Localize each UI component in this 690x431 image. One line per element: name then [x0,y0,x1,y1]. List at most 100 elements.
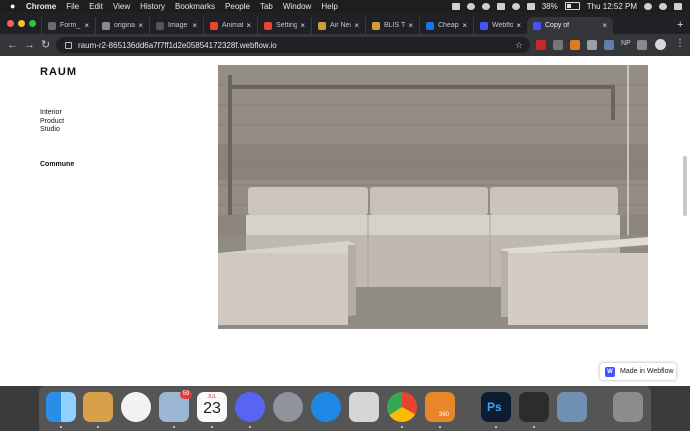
tab-close-icon[interactable]: × [246,21,251,30]
section-link-commune[interactable]: Commune [40,161,74,168]
browser-tab[interactable]: original_× [95,17,149,34]
tab-close-icon[interactable]: × [138,21,143,30]
nav-link-studio[interactable]: Studio [40,126,64,135]
tab-close-icon[interactable]: × [462,21,467,30]
menu-bar: ● Chrome File Edit View History Bookmark… [0,0,690,12]
launchpad-icon[interactable] [273,392,303,422]
menu-app-name[interactable]: Chrome [26,2,56,11]
extension-icon-1[interactable] [536,40,546,50]
tab-title: Settings [276,22,298,29]
finder-icon[interactable] [46,392,76,422]
browser-tab[interactable]: Air New× [311,17,365,34]
trash-icon[interactable] [613,392,643,422]
browser-tab[interactable]: Cheap F× [419,17,473,34]
tab-close-icon[interactable]: × [354,21,359,30]
browser-tab[interactable]: BLIS Te× [365,17,419,34]
apple-icon[interactable]: ● [10,1,18,11]
music-icon[interactable] [121,392,151,422]
metamask-icon[interactable] [570,40,580,50]
volume-icon[interactable] [526,2,535,10]
tab-favicon-icon [156,21,164,30]
running-indicator [173,426,175,428]
page-scrollbar[interactable] [683,156,687,216]
extensions-puzzle-icon[interactable] [637,40,647,50]
creative-cloud-icon[interactable] [481,2,490,10]
menu-view[interactable]: View [113,2,130,11]
browser-tab[interactable]: Webflow× [473,17,527,34]
badge-label: Made in Webflow [620,368,674,375]
image-capture-icon[interactable] [557,392,587,422]
new-tab-button[interactable]: + [677,19,683,31]
battery-percent[interactable]: 38% [542,2,558,11]
site-logo[interactable]: RAUM [40,66,77,78]
menu-edit[interactable]: Edit [89,2,103,11]
menu-window[interactable]: Window [283,2,311,11]
menu-tab[interactable]: Tab [260,2,273,11]
fusion-label: 360 [439,412,450,418]
tab-favicon-icon [48,21,56,30]
bluetooth-icon[interactable] [496,2,505,10]
calendar-icon[interactable]: JUL 23 [197,392,227,422]
notification-center-icon[interactable] [674,2,682,10]
menu-clock[interactable]: Thu 12:52 PM [587,2,637,11]
tab-strip: Form_ —×original_×Image C×Animati×Settin… [0,12,690,34]
photoshop-icon[interactable]: Ps [481,392,511,422]
browser-tab[interactable]: Settings× [257,17,311,34]
extension-icon-5[interactable] [604,40,614,50]
menu-file[interactable]: File [66,2,79,11]
browser-tab[interactable]: Animati × [203,17,257,34]
running-indicator [249,426,251,428]
url-text[interactable]: raum-r2-865136dd6a7f7ff1d2e05854172328f.… [78,41,277,50]
address-bar[interactable]: raum-r2-865136dd6a7f7ff1d2e05854172328f.… [56,37,530,53]
tab-close-icon[interactable]: × [408,21,413,30]
browser-tab[interactable]: Image C× [149,17,203,34]
tab-close-icon[interactable]: × [300,21,305,30]
bookmark-star-icon[interactable]: ☆ [515,40,523,51]
wifi-icon[interactable] [511,2,520,10]
menu-help[interactable]: Help [321,2,337,11]
close-window-button[interactable] [7,20,14,27]
extension-icon-4[interactable] [587,40,597,50]
window-controls [7,20,36,27]
browser-tab[interactable]: Copy of × [527,17,613,34]
np-extension-label[interactable]: NP [621,40,631,47]
spotlight-icon[interactable] [659,2,667,10]
terminal-icon[interactable] [519,392,549,422]
nav-link-product[interactable]: Product [40,118,64,127]
fusion-360-icon[interactable]: 360 [425,392,455,422]
webflow-logo-icon: W [605,366,615,377]
back-icon[interactable]: ← [7,38,18,52]
nav-link-interior[interactable]: Interior [40,109,64,118]
tab-title: Animati [222,22,244,29]
minimize-window-button[interactable] [18,20,25,27]
calculator-icon[interactable] [349,392,379,422]
dropbox-icon[interactable] [451,2,460,10]
browser-tab[interactable]: Form_ —× [41,17,95,34]
tab-close-icon[interactable]: × [516,21,521,30]
zoom-window-button[interactable] [29,20,36,27]
menu-people[interactable]: People [225,2,250,11]
reload-icon[interactable]: ↻ [41,38,50,52]
chrome-menu-icon[interactable]: ⋮ [675,38,685,49]
tab-close-icon[interactable]: × [602,21,607,30]
extension-icon-2[interactable] [553,40,563,50]
tab-close-icon[interactable]: × [84,21,89,30]
hero-photo [218,65,648,329]
made-in-webflow-badge[interactable]: W Made in Webflow [600,363,676,380]
sync-icon[interactable] [466,2,475,10]
battery-icon[interactable] [564,2,580,10]
user-icon[interactable] [644,2,652,10]
chrome-icon[interactable] [387,392,417,422]
safari-icon[interactable] [311,392,341,422]
profile-avatar[interactable] [655,39,666,50]
running-indicator [211,426,213,428]
tab-favicon-icon [210,21,218,30]
menu-bookmarks[interactable]: Bookmarks [175,2,215,11]
discord-icon[interactable] [235,392,265,422]
tab-close-icon[interactable]: × [192,21,197,30]
forward-icon[interactable]: → [24,38,35,52]
preview-icon[interactable] [83,392,113,422]
lock-icon[interactable] [65,41,72,49]
menu-history[interactable]: History [140,2,165,11]
running-indicator [533,426,535,428]
